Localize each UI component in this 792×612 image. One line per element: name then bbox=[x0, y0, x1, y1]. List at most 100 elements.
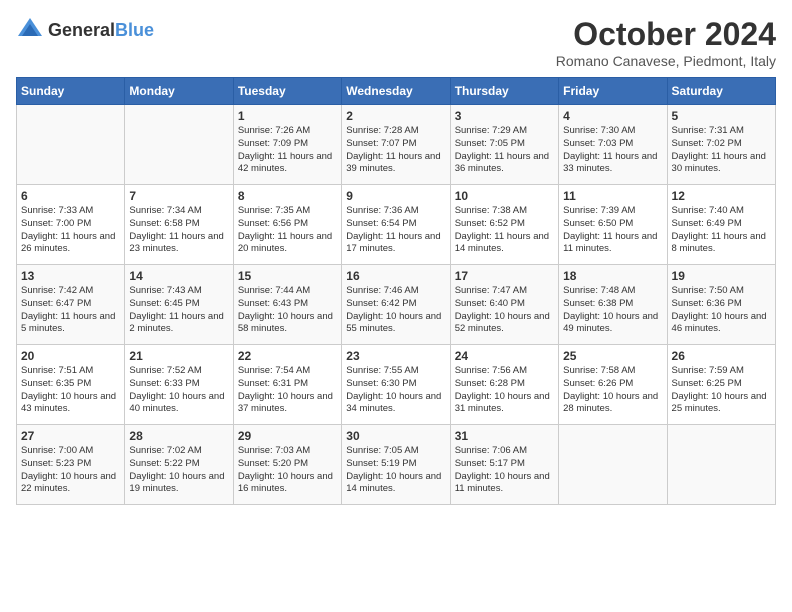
day-number: 17 bbox=[455, 269, 554, 283]
calendar-cell: 31Sunrise: 7:06 AM Sunset: 5:17 PM Dayli… bbox=[450, 425, 558, 505]
day-info: Sunrise: 7:56 AM Sunset: 6:28 PM Dayligh… bbox=[455, 365, 554, 416]
day-number: 14 bbox=[129, 269, 228, 283]
day-info: Sunrise: 7:40 AM Sunset: 6:49 PM Dayligh… bbox=[672, 205, 771, 256]
day-number: 9 bbox=[346, 189, 445, 203]
calendar-cell: 8 Sunrise: 7:35 AM Sunset: 6:56 PM Daylig… bbox=[233, 185, 341, 265]
calendar-table: SundayMondayTuesdayWednesdayThursdayFrid… bbox=[16, 77, 776, 505]
week-row-4: 27 Sunrise: 7:00 AM Sunset: 5:23 PM Dayli… bbox=[17, 425, 776, 505]
day-number: 6 bbox=[21, 189, 120, 203]
day-number: 4 bbox=[563, 109, 662, 123]
calendar-cell bbox=[667, 425, 775, 505]
calendar-cell: 16Sunrise: 7:46 AM Sunset: 6:42 PM Dayli… bbox=[342, 265, 450, 345]
day-number: 25 bbox=[563, 349, 662, 363]
day-info: Sunrise: 7:28 AM Sunset: 7:07 PM Dayligh… bbox=[346, 125, 445, 176]
calendar-cell: 19 Sunrise: 7:50 AM Sunset: 6:36 PM Dayli… bbox=[667, 265, 775, 345]
calendar-cell: 1Sunrise: 7:26 AM Sunset: 7:09 PM Daylig… bbox=[233, 105, 341, 185]
calendar-cell: 24 Sunrise: 7:56 AM Sunset: 6:28 PM Dayli… bbox=[450, 345, 558, 425]
calendar-cell: 17 Sunrise: 7:47 AM Sunset: 6:40 PM Dayli… bbox=[450, 265, 558, 345]
logo-icon bbox=[16, 16, 44, 44]
day-number: 28 bbox=[129, 429, 228, 443]
calendar-cell bbox=[125, 105, 233, 185]
day-number: 20 bbox=[21, 349, 120, 363]
day-info: Sunrise: 7:06 AM Sunset: 5:17 PM Dayligh… bbox=[455, 445, 554, 496]
day-info: Sunrise: 7:36 AM Sunset: 6:54 PM Dayligh… bbox=[346, 205, 445, 256]
day-info: Sunrise: 7:55 AM Sunset: 6:30 PM Dayligh… bbox=[346, 365, 445, 416]
day-info: Sunrise: 7:43 AM Sunset: 6:45 PM Dayligh… bbox=[129, 285, 228, 336]
page-header: GeneralBlue October 2024 Romano Canavese… bbox=[16, 16, 776, 69]
day-info: Sunrise: 7:39 AM Sunset: 6:50 PM Dayligh… bbox=[563, 205, 662, 256]
calendar-cell: 4Sunrise: 7:30 AM Sunset: 7:03 PM Daylig… bbox=[559, 105, 667, 185]
calendar-cell: 11Sunrise: 7:39 AM Sunset: 6:50 PM Dayli… bbox=[559, 185, 667, 265]
day-info: Sunrise: 7:47 AM Sunset: 6:40 PM Dayligh… bbox=[455, 285, 554, 336]
calendar-cell: 20 Sunrise: 7:51 AM Sunset: 6:35 PM Dayli… bbox=[17, 345, 125, 425]
day-number: 2 bbox=[346, 109, 445, 123]
calendar-cell: 25 Sunrise: 7:58 AM Sunset: 6:26 PM Dayli… bbox=[559, 345, 667, 425]
day-number: 7 bbox=[129, 189, 228, 203]
day-number: 8 bbox=[238, 189, 337, 203]
day-info: Sunrise: 7:38 AM Sunset: 6:52 PM Dayligh… bbox=[455, 205, 554, 256]
title-block: October 2024 Romano Canavese, Piedmont, … bbox=[556, 16, 776, 69]
header-saturday: Saturday bbox=[667, 78, 775, 105]
day-number: 27 bbox=[21, 429, 120, 443]
header-sunday: Sunday bbox=[17, 78, 125, 105]
day-info: Sunrise: 7:54 AM Sunset: 6:31 PM Dayligh… bbox=[238, 365, 337, 416]
calendar-cell bbox=[17, 105, 125, 185]
day-number: 16 bbox=[346, 269, 445, 283]
calendar-cell: 30 Sunrise: 7:05 AM Sunset: 5:19 PM Dayli… bbox=[342, 425, 450, 505]
calendar-cell: 21Sunrise: 7:52 AM Sunset: 6:33 PM Dayli… bbox=[125, 345, 233, 425]
calendar-cell: 5 Sunrise: 7:31 AM Sunset: 7:02 PM Daylig… bbox=[667, 105, 775, 185]
day-info: Sunrise: 7:33 AM Sunset: 7:00 PM Dayligh… bbox=[21, 205, 120, 256]
day-number: 3 bbox=[455, 109, 554, 123]
day-info: Sunrise: 7:26 AM Sunset: 7:09 PM Dayligh… bbox=[238, 125, 337, 176]
day-number: 18 bbox=[563, 269, 662, 283]
calendar-header-row: SundayMondayTuesdayWednesdayThursdayFrid… bbox=[17, 78, 776, 105]
day-info: Sunrise: 7:00 AM Sunset: 5:23 PM Dayligh… bbox=[21, 445, 120, 496]
day-number: 19 bbox=[672, 269, 771, 283]
day-info: Sunrise: 7:58 AM Sunset: 6:26 PM Dayligh… bbox=[563, 365, 662, 416]
calendar-cell: 12Sunrise: 7:40 AM Sunset: 6:49 PM Dayli… bbox=[667, 185, 775, 265]
day-info: Sunrise: 7:34 AM Sunset: 6:58 PM Dayligh… bbox=[129, 205, 228, 256]
day-info: Sunrise: 7:42 AM Sunset: 6:47 PM Dayligh… bbox=[21, 285, 120, 336]
day-info: Sunrise: 7:29 AM Sunset: 7:05 PM Dayligh… bbox=[455, 125, 554, 176]
day-number: 13 bbox=[21, 269, 120, 283]
header-friday: Friday bbox=[559, 78, 667, 105]
day-info: Sunrise: 7:03 AM Sunset: 5:20 PM Dayligh… bbox=[238, 445, 337, 496]
week-row-1: 6 Sunrise: 7:33 AM Sunset: 7:00 PM Daylig… bbox=[17, 185, 776, 265]
day-number: 15 bbox=[238, 269, 337, 283]
header-thursday: Thursday bbox=[450, 78, 558, 105]
day-number: 30 bbox=[346, 429, 445, 443]
calendar-cell: 2 Sunrise: 7:28 AM Sunset: 7:07 PM Daylig… bbox=[342, 105, 450, 185]
header-tuesday: Tuesday bbox=[233, 78, 341, 105]
calendar-cell: 22 Sunrise: 7:54 AM Sunset: 6:31 PM Dayli… bbox=[233, 345, 341, 425]
day-info: Sunrise: 7:50 AM Sunset: 6:36 PM Dayligh… bbox=[672, 285, 771, 336]
logo-text-general: General bbox=[48, 20, 115, 40]
day-number: 23 bbox=[346, 349, 445, 363]
day-info: Sunrise: 7:05 AM Sunset: 5:19 PM Dayligh… bbox=[346, 445, 445, 496]
day-info: Sunrise: 7:31 AM Sunset: 7:02 PM Dayligh… bbox=[672, 125, 771, 176]
week-row-2: 13 Sunrise: 7:42 AM Sunset: 6:47 PM Dayli… bbox=[17, 265, 776, 345]
calendar-cell: 26Sunrise: 7:59 AM Sunset: 6:25 PM Dayli… bbox=[667, 345, 775, 425]
day-number: 24 bbox=[455, 349, 554, 363]
calendar-cell: 7 Sunrise: 7:34 AM Sunset: 6:58 PM Daylig… bbox=[125, 185, 233, 265]
header-wednesday: Wednesday bbox=[342, 78, 450, 105]
week-row-0: 1Sunrise: 7:26 AM Sunset: 7:09 PM Daylig… bbox=[17, 105, 776, 185]
month-title: October 2024 bbox=[556, 16, 776, 53]
calendar-cell bbox=[559, 425, 667, 505]
day-number: 29 bbox=[238, 429, 337, 443]
location-subtitle: Romano Canavese, Piedmont, Italy bbox=[556, 53, 776, 69]
calendar-cell: 6 Sunrise: 7:33 AM Sunset: 7:00 PM Daylig… bbox=[17, 185, 125, 265]
day-info: Sunrise: 7:35 AM Sunset: 6:56 PM Dayligh… bbox=[238, 205, 337, 256]
day-number: 21 bbox=[129, 349, 228, 363]
calendar-cell: 28Sunrise: 7:02 AM Sunset: 5:22 PM Dayli… bbox=[125, 425, 233, 505]
day-number: 22 bbox=[238, 349, 337, 363]
calendar-cell: 13 Sunrise: 7:42 AM Sunset: 6:47 PM Dayli… bbox=[17, 265, 125, 345]
calendar-cell: 18Sunrise: 7:48 AM Sunset: 6:38 PM Dayli… bbox=[559, 265, 667, 345]
logo: GeneralBlue bbox=[16, 16, 154, 44]
calendar-cell: 9 Sunrise: 7:36 AM Sunset: 6:54 PM Daylig… bbox=[342, 185, 450, 265]
day-number: 5 bbox=[672, 109, 771, 123]
day-info: Sunrise: 7:51 AM Sunset: 6:35 PM Dayligh… bbox=[21, 365, 120, 416]
header-monday: Monday bbox=[125, 78, 233, 105]
logo-text-blue: Blue bbox=[115, 20, 154, 40]
day-number: 26 bbox=[672, 349, 771, 363]
calendar-cell: 3 Sunrise: 7:29 AM Sunset: 7:05 PM Daylig… bbox=[450, 105, 558, 185]
